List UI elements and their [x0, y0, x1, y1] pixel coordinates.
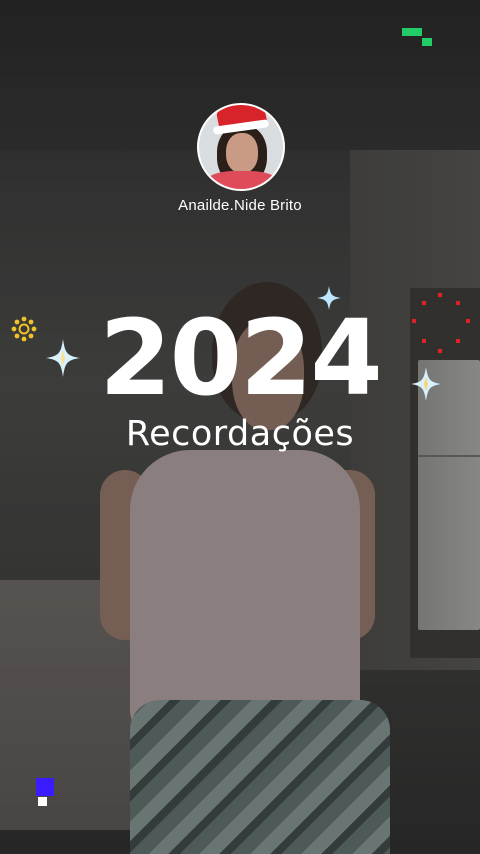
profile-username[interactable]: Anailde.Nide Brito — [0, 197, 480, 214]
corner-pixel-icon-top — [402, 28, 432, 46]
profile-avatar[interactable] — [197, 103, 285, 191]
corner-pixel-icon-bottom — [36, 778, 54, 806]
year-title: 2024 — [99, 297, 382, 419]
avatar-face — [226, 133, 258, 173]
recap-subtitle: Recordações — [125, 414, 355, 454]
avatar-shirt — [207, 171, 277, 189]
